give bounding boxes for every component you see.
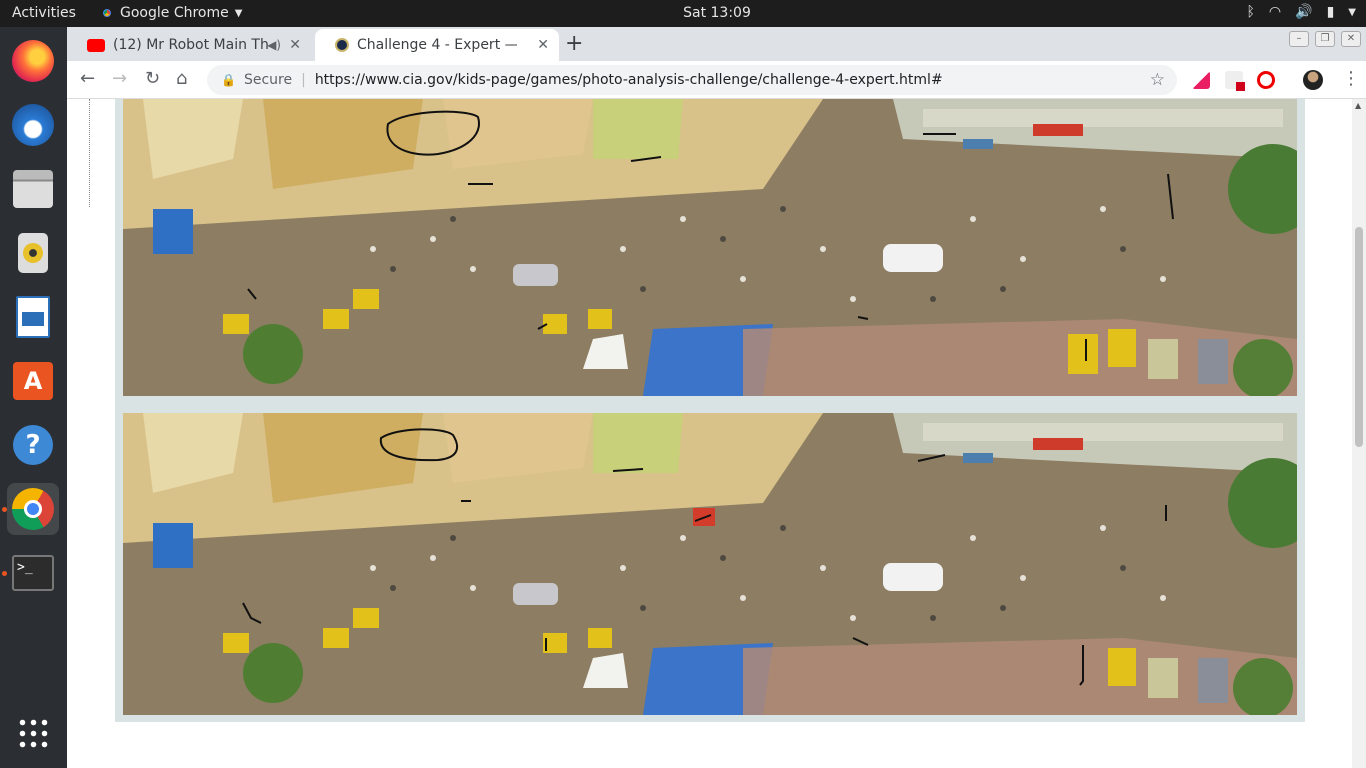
photo-bottom[interactable] xyxy=(123,413,1297,715)
home-icon[interactable]: ⌂ xyxy=(176,68,187,89)
chrome-icon[interactable] xyxy=(7,483,59,535)
running-indicator xyxy=(2,507,7,512)
street-scene-image[interactable] xyxy=(123,413,1297,715)
software-center-icon[interactable]: A xyxy=(7,355,59,407)
thunderbird-icon[interactable] xyxy=(7,99,59,151)
system-tray[interactable]: ᛒ ◠ 🔊 ▮ ▼ xyxy=(1247,4,1356,20)
minimize-button[interactable]: – xyxy=(1289,31,1309,47)
page-content: ▲ xyxy=(67,99,1366,768)
battery-icon[interactable]: ▮ xyxy=(1327,4,1335,20)
back-arrow-icon[interactable]: ← xyxy=(80,68,95,89)
avatar[interactable] xyxy=(1303,70,1323,90)
scroll-up-arrow-icon[interactable]: ▲ xyxy=(1355,101,1361,110)
tab-challenge-4[interactable]: Challenge 4 - Expert — Ce ✕ xyxy=(315,29,559,61)
system-menu-chevron-icon[interactable]: ▼ xyxy=(1348,7,1356,18)
photo-top[interactable] xyxy=(123,99,1297,396)
url-text[interactable]: https://www.cia.gov/kids-page/games/phot… xyxy=(315,72,943,88)
maximize-button[interactable]: ❐ xyxy=(1315,31,1335,47)
close-window-button[interactable]: ✕ xyxy=(1341,31,1361,47)
browser-window: (12) Mr Robot Main Th ◀) ✕ Challenge 4 -… xyxy=(67,27,1366,768)
new-tab-button[interactable]: + xyxy=(565,31,583,56)
close-tab-icon[interactable]: ✕ xyxy=(289,37,301,53)
bookmark-star-icon[interactable]: ☆ xyxy=(1150,70,1165,90)
audio-playing-icon[interactable]: ◀) xyxy=(267,38,281,52)
scrollbar-thumb[interactable] xyxy=(1355,227,1363,447)
street-scene-image[interactable] xyxy=(123,99,1297,396)
youtube-icon xyxy=(87,38,105,52)
extension-icon[interactable] xyxy=(1225,71,1245,91)
dock: A ? >_ xyxy=(0,27,67,768)
browser-toolbar: ← → ↻ ⌂ 🔒 Secure | https://www.cia.gov/k… xyxy=(67,61,1366,99)
running-indicator xyxy=(2,571,7,576)
clock[interactable]: Sat 13:09 xyxy=(0,5,1366,21)
menu-icon[interactable]: ⋮ xyxy=(1342,68,1360,89)
opera-extension-icon[interactable] xyxy=(1257,71,1275,89)
photo-comparison-frame xyxy=(115,99,1305,722)
volume-icon[interactable]: 🔊 xyxy=(1295,4,1312,20)
dotted-guide xyxy=(89,99,90,207)
terminal-icon[interactable]: >_ xyxy=(7,547,59,599)
wifi-icon[interactable]: ◠ xyxy=(1269,4,1281,20)
firefox-icon[interactable] xyxy=(7,35,59,87)
forward-arrow-icon[interactable]: → xyxy=(112,68,127,89)
writer-icon[interactable] xyxy=(7,291,59,343)
tab-title: (12) Mr Robot Main Th xyxy=(113,37,269,53)
address-bar[interactable]: 🔒 Secure | https://www.cia.gov/kids-page… xyxy=(207,65,1177,95)
cia-favicon-icon xyxy=(335,38,349,52)
reload-icon[interactable]: ↻ xyxy=(145,68,160,89)
rhythmbox-icon[interactable] xyxy=(7,227,59,279)
show-apps-icon[interactable] xyxy=(7,707,59,759)
close-tab-icon[interactable]: ✕ xyxy=(537,37,549,53)
tab-mr-robot[interactable]: (12) Mr Robot Main Th ◀) ✕ xyxy=(67,29,311,61)
divider: | xyxy=(301,72,306,88)
system-top-bar: Activities Google Chrome ▼ Sat 13:09 ᛒ ◠… xyxy=(0,0,1366,27)
secure-label[interactable]: Secure xyxy=(244,72,292,88)
tab-title: Challenge 4 - Expert — Ce xyxy=(357,37,517,53)
lock-icon[interactable]: 🔒 xyxy=(221,73,236,87)
page-scrollbar[interactable]: ▲ xyxy=(1352,99,1366,768)
tab-strip: (12) Mr Robot Main Th ◀) ✕ Challenge 4 -… xyxy=(67,27,1366,61)
bluetooth-icon[interactable]: ᛒ xyxy=(1247,4,1255,20)
extension-icon[interactable] xyxy=(1192,71,1210,89)
help-icon[interactable]: ? xyxy=(7,419,59,471)
files-icon[interactable] xyxy=(7,163,59,215)
